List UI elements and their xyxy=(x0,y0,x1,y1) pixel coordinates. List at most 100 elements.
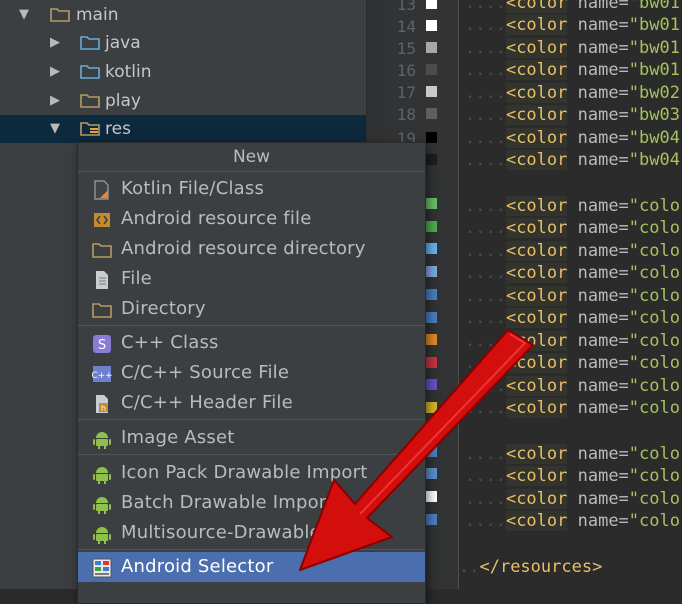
menu-item-batch-drawable-import[interactable]: Batch Drawable Import xyxy=(78,488,425,518)
android-icon xyxy=(93,432,111,449)
menu-item-cpp-source-file[interactable]: C++ C/C++ Source File xyxy=(78,358,425,388)
chevron-right-icon[interactable]: ▶ xyxy=(50,58,60,86)
color-swatch[interactable] xyxy=(426,0,437,9)
code-line: ....<color name="colo xyxy=(465,465,680,487)
color-swatch[interactable] xyxy=(426,221,437,232)
color-swatch[interactable] xyxy=(426,243,437,254)
color-swatch[interactable] xyxy=(426,379,437,390)
chevron-down-icon[interactable]: ▼ xyxy=(50,115,60,143)
file-icon xyxy=(96,271,108,289)
color-swatch[interactable] xyxy=(426,64,437,75)
code-line: ....<color name="bw02 xyxy=(465,82,680,104)
cpp-header-icon: h xyxy=(96,395,108,413)
xml-attribute: name= xyxy=(567,218,629,238)
indent-guide: .... xyxy=(465,15,506,35)
xml-attribute: name= xyxy=(567,83,629,103)
code-line: ....<color name="colo xyxy=(465,240,680,262)
menu-item-image-asset[interactable]: Image Asset xyxy=(78,423,425,453)
code-editor[interactable]: ....<color name="bw01 ....<color name="bw… xyxy=(459,0,682,589)
xml-value: "bw01 xyxy=(628,38,680,58)
xml-value: "bw01 xyxy=(628,0,680,13)
menu-item-icon-pack-drawable-import[interactable]: Icon Pack Drawable Import xyxy=(78,458,425,488)
xml-tag: <color xyxy=(505,38,568,58)
xml-attribute: name= xyxy=(567,331,629,351)
menu-item-android-resource-directory[interactable]: Android resource directory xyxy=(78,234,425,264)
folder-icon xyxy=(92,303,112,318)
xml-attribute: name= xyxy=(567,60,629,80)
menu-item-kotlin-file-class[interactable]: Kotlin File/Class xyxy=(78,174,425,204)
color-swatch[interactable] xyxy=(426,402,437,413)
xml-tag: <color xyxy=(505,241,568,261)
menu-item-file[interactable]: File xyxy=(78,264,425,294)
menu-item-cpp-header-file[interactable]: h C/C++ Header File xyxy=(78,388,425,418)
color-swatch[interactable] xyxy=(426,154,437,165)
xml-tag: <color xyxy=(505,376,568,396)
tree-item-java[interactable]: ▶ java xyxy=(0,29,366,57)
xml-attribute: name= xyxy=(567,489,629,509)
xml-value: "colo xyxy=(628,353,680,373)
line-number: 18 xyxy=(396,105,416,124)
color-swatch[interactable] xyxy=(426,86,437,97)
menu-item-cpp-class[interactable]: S C++ Class xyxy=(78,328,425,358)
color-swatch[interactable] xyxy=(426,42,437,53)
xml-tag: <color xyxy=(505,353,568,373)
menu-item-label: Directory xyxy=(121,298,206,319)
menu-item-label: Image Asset xyxy=(121,427,235,448)
color-swatch[interactable] xyxy=(426,334,437,345)
color-swatch[interactable] xyxy=(426,312,437,323)
color-swatch[interactable] xyxy=(426,446,437,457)
menu-item-label: Kotlin File/Class xyxy=(121,178,265,199)
indent-guide: .... xyxy=(465,150,506,170)
tree-item-res[interactable]: ▼ res xyxy=(0,115,366,143)
code-line: ....<color name="bw01 xyxy=(465,59,680,81)
line-number: 14 xyxy=(396,17,416,36)
color-swatch[interactable] xyxy=(426,289,437,300)
menu-item-multisource-drawable[interactable]: Multisource-Drawable xyxy=(78,518,425,548)
xml-tag: <color xyxy=(505,15,568,35)
menu-separator xyxy=(78,419,425,420)
color-swatch[interactable] xyxy=(426,491,437,502)
chevron-right-icon[interactable]: ▶ xyxy=(50,29,60,57)
xml-value: "colo xyxy=(628,286,680,306)
menu-item-directory[interactable]: Directory xyxy=(78,294,425,324)
tree-item-play[interactable]: ▶ play xyxy=(0,87,366,115)
menu-separator xyxy=(78,454,425,455)
indent-guide: .... xyxy=(465,466,506,486)
color-swatch[interactable] xyxy=(426,514,437,525)
xml-value: "bw02 xyxy=(628,83,680,103)
color-swatch[interactable] xyxy=(426,108,437,119)
xml-tag: <color xyxy=(505,150,568,170)
tree-item-kotlin[interactable]: ▶ kotlin xyxy=(0,58,366,86)
menu-item-android-selector[interactable]: Android Selector xyxy=(78,552,425,582)
chevron-down-icon[interactable]: ▼ xyxy=(19,1,29,29)
cpp-source-icon: C++ xyxy=(92,366,112,382)
menu-item-android-resource-file[interactable]: Android resource file xyxy=(78,204,425,234)
menu-item-label: C++ Class xyxy=(121,332,219,353)
xml-attribute: name= xyxy=(567,444,629,464)
tree-item-main[interactable]: ▼ main xyxy=(0,1,366,29)
xml-tag: <color xyxy=(505,263,568,283)
folder-icon xyxy=(50,8,70,22)
svg-text:h: h xyxy=(101,404,106,413)
cpp-class-icon: S xyxy=(93,335,111,353)
tree-item-label: java xyxy=(105,33,141,53)
xml-value: "colo xyxy=(628,444,680,464)
xml-tag: <color xyxy=(505,60,568,80)
android-icon xyxy=(93,467,111,484)
color-swatch[interactable] xyxy=(426,266,437,277)
color-swatch[interactable] xyxy=(426,132,437,143)
code-line-closing: ..</resources> xyxy=(459,557,603,577)
xml-tag: <color xyxy=(505,218,568,238)
code-line: ....<color name="colo xyxy=(465,443,680,465)
menu-item-label: C/C++ Source File xyxy=(121,362,290,383)
svg-text:C++: C++ xyxy=(92,371,112,381)
color-swatch[interactable] xyxy=(426,468,437,479)
chevron-right-icon[interactable]: ▶ xyxy=(50,87,60,115)
color-swatch[interactable] xyxy=(426,198,437,209)
menu-title: New xyxy=(78,143,425,172)
color-swatch[interactable] xyxy=(426,357,437,368)
xml-attribute: name= xyxy=(567,128,629,148)
color-swatch[interactable] xyxy=(426,20,437,31)
android-icon xyxy=(93,527,111,544)
xml-tag: <color xyxy=(505,286,568,306)
